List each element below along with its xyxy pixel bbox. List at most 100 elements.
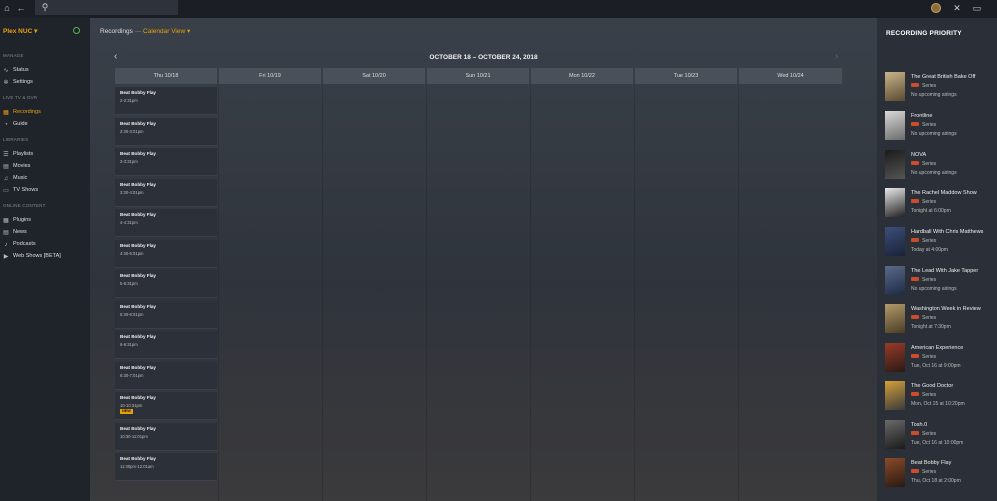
record-icon <box>911 199 919 203</box>
priority-item[interactable]: American Experience Series Tue, Oct 16 at … <box>885 343 995 375</box>
poster-thumbnail <box>885 227 905 256</box>
record-icon <box>911 83 919 87</box>
home-icon[interactable]: ⌂ <box>1 2 13 14</box>
tools-icon[interactable]: ✕ <box>951 2 963 14</box>
recording-event[interactable]: Beat Bobby Flay 2:30-3:01pm <box>115 118 217 146</box>
priority-item[interactable]: Washington Week in Review Series Tonight a… <box>885 304 995 336</box>
recordings-icon: ▦ <box>3 110 9 116</box>
main-content: Recordings — Calendar View ▾ ‹ › OCTOBER… <box>90 18 877 501</box>
recording-event[interactable]: Beat Bobby Flay 10-10:31pm NEW <box>115 392 217 420</box>
day-header: Thu 10/18 <box>115 68 217 84</box>
poster-thumbnail <box>885 150 905 179</box>
recording-event[interactable]: Beat Bobby Flay 5:30-6:01pm <box>115 301 217 329</box>
sidebar-item-movies[interactable]: ▤ Movies <box>3 162 87 171</box>
sidebar-item-status[interactable]: ∿ Status <box>3 66 87 75</box>
column-divider <box>738 84 739 501</box>
search-icon: ⚲ <box>41 2 49 12</box>
tv-icon: ▭ <box>3 188 9 194</box>
priority-item[interactable]: Tosh.0 Series Tue, Oct 16 at 10:00pm <box>885 420 995 452</box>
record-icon <box>911 392 919 396</box>
record-icon <box>911 161 919 165</box>
server-selector[interactable]: Plex NUC ▾ <box>3 27 37 35</box>
sidebar-item-music[interactable]: ♫ Music <box>3 174 87 183</box>
recording-event[interactable]: Beat Bobby Flay 4-4:31pm <box>115 209 217 237</box>
web-shows-icon: ▶ <box>3 254 9 260</box>
avatar[interactable] <box>931 3 941 13</box>
recording-event[interactable]: Beat Bobby Flay 2-2:31pm <box>115 87 217 115</box>
priority-item[interactable]: The Rachel Maddow Show Series Tonight at 6… <box>885 188 995 220</box>
back-icon[interactable]: ← <box>15 2 27 14</box>
recording-event[interactable]: Beat Bobby Flay 3-3:31pm <box>115 148 217 176</box>
sidebar-item-settings[interactable]: ✲ Settings <box>3 78 87 87</box>
view-selector[interactable]: Calendar View ▾ <box>143 28 190 35</box>
sidebar-item-guide[interactable]: ◔ Guide <box>3 120 87 129</box>
section-libraries: LIBRARIES <box>3 137 29 142</box>
recording-event[interactable]: Beat Bobby Flay 11:30pm-12:01am <box>115 453 217 481</box>
recording-event[interactable]: Beat Bobby Flay 4:30-5:01pm <box>115 240 217 268</box>
new-badge: NEW <box>120 409 133 414</box>
sidebar: Plex NUC ▾ MANAGE ∿ Status ✲ Settings LIVE… <box>0 18 90 501</box>
priority-panel-header: RECORDING PRIORITY <box>877 18 997 43</box>
day-header: Sat 10/20 <box>323 68 425 84</box>
priority-item[interactable]: Frontline Series No upcoming airings <box>885 111 995 143</box>
record-icon <box>911 238 919 242</box>
record-icon <box>911 431 919 435</box>
sidebar-item-playlists[interactable]: ☰ Playlists <box>3 150 87 159</box>
poster-thumbnail <box>885 304 905 333</box>
priority-panel: The Great British Bake Off Series No upcom… <box>877 43 997 501</box>
column-divider <box>322 84 323 501</box>
priority-item[interactable]: The Good Doctor Series Mon, Oct 15 at 10:2… <box>885 381 995 413</box>
poster-thumbnail <box>885 266 905 295</box>
day-header: Tue 10/23 <box>635 68 737 84</box>
priority-item[interactable]: Hardball With Chris Matthews Series Today … <box>885 227 995 259</box>
day-header: Wed 10/24 <box>739 68 842 84</box>
date-range-title: OCTOBER 18 – OCTOBER 24, 2018 <box>429 54 538 61</box>
priority-item[interactable]: Beat Bobby Flay Series Thu, Oct 18 at 2:00… <box>885 458 995 490</box>
poster-thumbnail <box>885 381 905 410</box>
settings-icon: ✲ <box>3 80 9 86</box>
breadcrumb: Recordings — Calendar View ▾ <box>100 27 190 35</box>
section-live-tv: LIVE TV & DVR <box>3 95 38 100</box>
priority-heading: RECORDING PRIORITY <box>886 30 962 37</box>
cast-icon[interactable]: ▭ <box>971 2 983 14</box>
recording-event[interactable]: Beat Bobby Flay 6-6:31pm <box>115 331 217 359</box>
day-header: Sun 10/21 <box>427 68 529 84</box>
recording-event[interactable]: Beat Bobby Flay 10:30-11:01pm <box>115 423 217 451</box>
section-online: ONLINE CONTENT <box>3 203 46 208</box>
poster-thumbnail <box>885 343 905 372</box>
day-header: Fri 10/19 <box>219 68 321 84</box>
server-status-icon <box>73 27 80 34</box>
music-icon: ♫ <box>3 176 9 182</box>
column-divider <box>218 84 219 501</box>
sidebar-item-podcasts[interactable]: ♪ Podcasts <box>3 240 87 249</box>
poster-thumbnail <box>885 111 905 140</box>
podcasts-icon: ♪ <box>4 242 8 248</box>
column-divider <box>634 84 635 501</box>
breadcrumb-recordings[interactable]: Recordings <box>100 28 133 35</box>
recording-event[interactable]: Beat Bobby Flay 5-5:31pm <box>115 270 217 298</box>
sidebar-item-web-shows[interactable]: ▶ Web Shows [BETA] <box>3 252 87 261</box>
sidebar-item-plugins[interactable]: ▦ Plugins <box>3 216 87 225</box>
priority-item[interactable]: The Lead With Jake Tapper Series No upcomi… <box>885 266 995 298</box>
search-input[interactable] <box>51 2 171 13</box>
recording-event[interactable]: Beat Bobby Flay 6:30-7:01pm <box>115 362 217 390</box>
movies-icon: ▤ <box>3 164 9 170</box>
plugins-icon: ▦ <box>3 218 9 224</box>
poster-thumbnail <box>885 188 905 217</box>
column-divider <box>426 84 427 501</box>
guide-icon: ◔ <box>4 122 8 128</box>
sidebar-item-tv-shows[interactable]: ▭ TV Shows <box>3 186 87 195</box>
record-icon <box>911 277 919 281</box>
priority-item[interactable]: The Great British Bake Off Series No upcom… <box>885 72 995 104</box>
recording-event[interactable]: Beat Bobby Flay 3:30-4:01pm <box>115 179 217 207</box>
poster-thumbnail <box>885 72 905 101</box>
day-header: Mon 10/22 <box>531 68 633 84</box>
news-icon: ▤ <box>3 230 9 236</box>
priority-item[interactable]: NOVA Series No upcoming airings <box>885 150 995 182</box>
search-box[interactable]: ⚲ <box>35 0 178 15</box>
record-icon <box>911 469 919 473</box>
sidebar-item-recordings[interactable]: ▦ Recordings <box>3 108 87 117</box>
record-icon <box>911 122 919 126</box>
sidebar-item-news[interactable]: ▤ News <box>3 228 87 237</box>
status-icon: ∿ <box>3 68 9 74</box>
